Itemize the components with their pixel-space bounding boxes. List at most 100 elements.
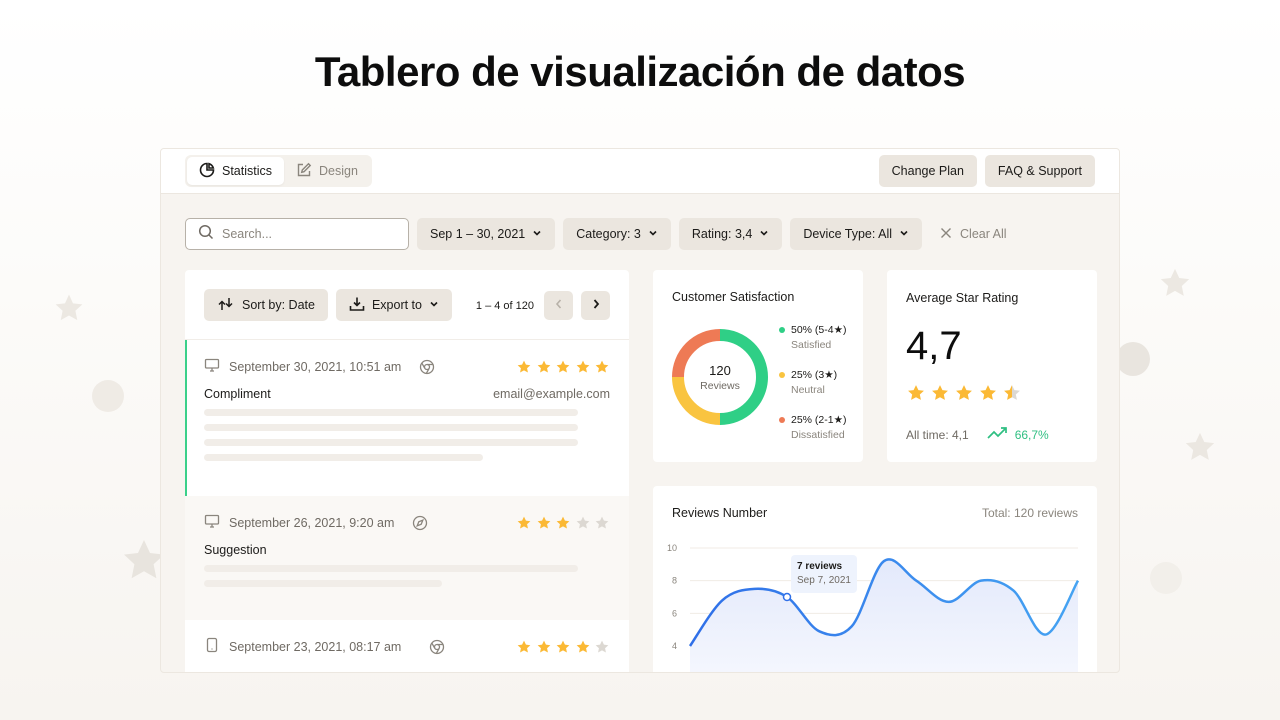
star-filled-icon (537, 640, 550, 653)
y-tick-label: 4 (672, 641, 677, 651)
sort-arrows-icon (217, 297, 235, 314)
star-filled-icon (517, 360, 531, 373)
satisfaction-legend: 50% (5-4★) Satisfied 25% (3★) Neutral 25… (779, 324, 847, 459)
search-icon (198, 224, 214, 245)
device-type-label: Device Type: All (803, 227, 893, 241)
average-rating-value: 4,7 (906, 324, 962, 368)
desktop-icon (204, 357, 220, 378)
star-filled-icon (537, 360, 550, 373)
rating-label: Rating: 3,4 (691, 227, 753, 241)
tab-design[interactable]: Design (284, 157, 370, 185)
date-range-dropdown[interactable]: Sep 1 – 30, 2021 (417, 218, 556, 250)
pagination: 1 – 4 of 120 (476, 291, 610, 320)
tooltip-value: 7 reviews (797, 561, 843, 572)
star-filled-icon (576, 360, 589, 373)
date-range-label: Sep 1 – 30, 2021 (430, 227, 526, 241)
review-item[interactable]: September 23, 2021, 08:17 am (185, 620, 629, 672)
clear-all-button[interactable]: Clear All (930, 227, 1017, 242)
tab-statistics-label: Statistics (222, 164, 273, 178)
chevron-down-icon (648, 227, 658, 241)
trend-percent: 66,7% (1014, 427, 1049, 442)
star-filled-icon (908, 385, 924, 400)
tab-design-label: Design (319, 164, 358, 178)
star-filled-icon (556, 640, 570, 653)
legend-item-dissatisfied: 25% (2-1★) Dissatisfied (779, 414, 847, 459)
star-filled-icon (956, 385, 972, 400)
legend-dot (779, 327, 785, 333)
review-date: September 30, 2021, 10:51 am (229, 360, 402, 374)
star-filled-icon (537, 516, 550, 529)
device-type-dropdown[interactable]: Device Type: All (790, 218, 923, 250)
review-date: September 26, 2021, 9:20 am (229, 516, 395, 530)
search-field[interactable] (185, 218, 409, 250)
decorative-star-icon (1158, 266, 1192, 300)
review-rating-stars (516, 359, 610, 375)
reviews-number-card: 10 8 6 4 Reviews Number Total: 120 reviews … (653, 486, 1097, 672)
star-filled-icon (576, 640, 589, 653)
export-label: Export to (371, 298, 422, 312)
data-point-highlight[interactable] (782, 592, 792, 602)
faq-support-button[interactable]: FAQ & Support (984, 155, 1095, 187)
legend-label: 50% (5-4★) (791, 324, 847, 336)
tab-statistics[interactable]: Statistics (187, 157, 285, 185)
legend-sublabel: Neutral (791, 384, 825, 396)
edit-icon (296, 162, 312, 181)
average-rating-title: Average Star Rating (906, 291, 1019, 305)
chrome-icon (419, 359, 435, 375)
star-half-icon (1004, 385, 1020, 400)
star-empty-icon (595, 640, 609, 653)
y-tick-label: 8 (672, 576, 677, 586)
legend-label: 25% (2-1★) (791, 414, 847, 426)
tooltip-date: Sep 7, 2021 (797, 575, 851, 586)
review-date: September 23, 2021, 08:17 am (229, 640, 402, 654)
text-placeholder-line (204, 580, 442, 587)
decorative-star-icon (1183, 430, 1217, 464)
sort-button[interactable]: Sort by: Date (204, 289, 328, 321)
close-icon (940, 227, 952, 242)
change-plan-button[interactable]: Change Plan (878, 155, 977, 187)
search-input[interactable] (222, 227, 392, 241)
chart-total: Total: 120 reviews (981, 506, 1078, 520)
chevron-down-icon (532, 227, 542, 241)
donut-total: 120 (709, 362, 731, 378)
legend-dot (779, 417, 785, 423)
review-email: email@example.com (493, 387, 610, 401)
y-tick-label: 10 (667, 543, 677, 553)
review-item[interactable]: September 30, 2021, 10:51 am Compliment … (185, 340, 629, 496)
chevron-left-icon (554, 297, 564, 315)
legend-label: 25% (3★) (791, 369, 838, 381)
review-item[interactable]: September 26, 2021, 9:20 am Suggestion (185, 496, 629, 620)
average-rating-stars (906, 383, 1022, 403)
legend-dot (779, 372, 785, 378)
y-tick-label: 6 (672, 608, 677, 618)
chrome-icon (429, 639, 445, 655)
clear-all-label: Clear All (960, 227, 1007, 241)
text-placeholder-line (204, 424, 578, 431)
chevron-down-icon (429, 298, 439, 312)
next-page-button[interactable] (581, 291, 610, 320)
all-time-rating: All time: 4,1 (906, 427, 969, 442)
export-dropdown[interactable]: Export to (335, 289, 452, 321)
chart-tooltip: 7 reviews Sep 7, 2021 (791, 555, 857, 593)
review-category: Compliment (204, 387, 271, 401)
reviews-panel: Sort by: Date Export to 1 – 4 of 120 Sep… (185, 270, 629, 672)
safari-compass-icon (412, 515, 428, 531)
decorative-circle (1150, 562, 1182, 594)
legend-sublabel: Dissatisfied (791, 429, 845, 441)
category-dropdown[interactable]: Category: 3 (563, 218, 671, 250)
trending-up-icon (987, 426, 1009, 443)
download-icon (349, 296, 365, 315)
chevron-down-icon (899, 227, 909, 241)
desktop-icon (204, 513, 220, 534)
review-rating-stars (516, 515, 610, 531)
sort-label: Sort by: Date (242, 298, 315, 312)
star-filled-icon (517, 516, 531, 529)
decorative-circle (92, 380, 124, 412)
chevron-right-icon (591, 297, 601, 315)
previous-page-button[interactable] (544, 291, 573, 320)
average-star-rating-card: Average Star Rating 4,7 All time: 4,1 66… (887, 270, 1097, 462)
review-category: Suggestion (204, 543, 267, 557)
legend-item-satisfied: 50% (5-4★) Satisfied (779, 324, 847, 369)
category-label: Category: 3 (576, 227, 641, 241)
rating-dropdown[interactable]: Rating: 3,4 (678, 218, 783, 250)
